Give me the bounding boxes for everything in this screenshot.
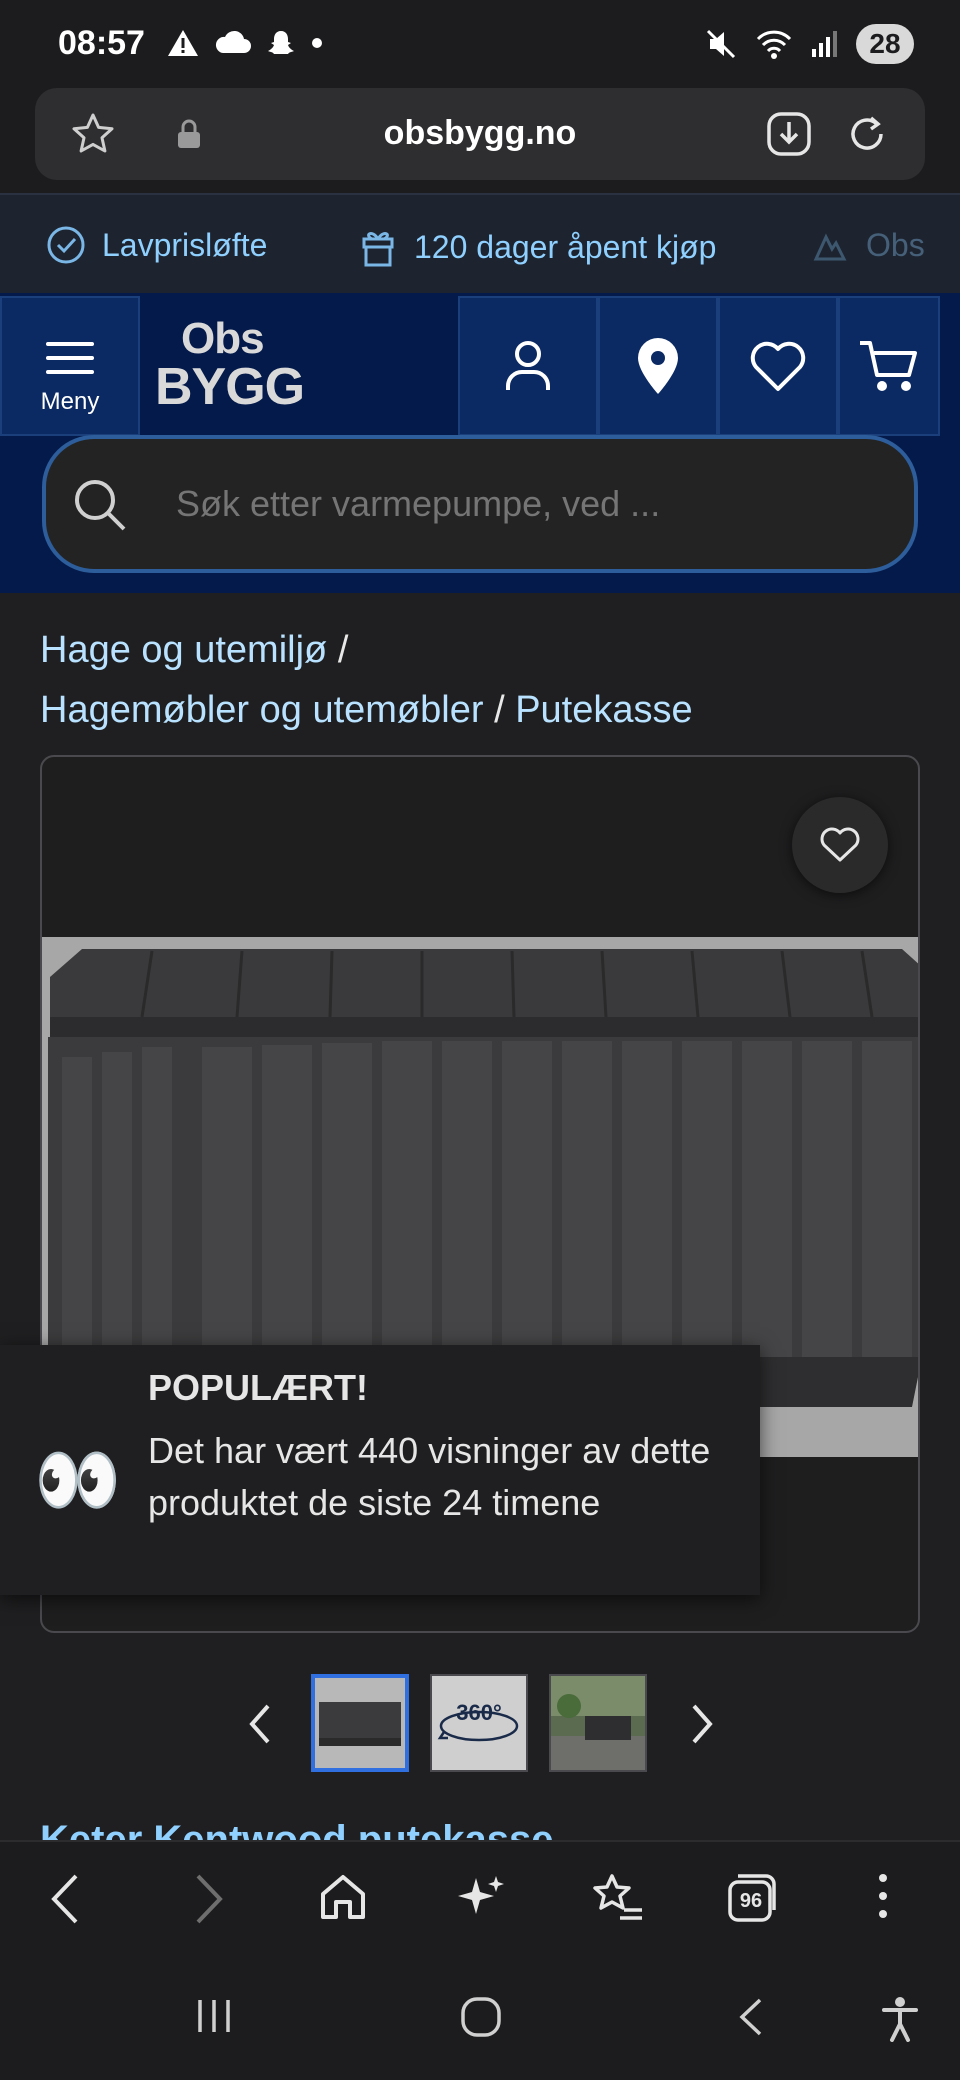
gift-box-icon: [362, 232, 394, 267]
reload-icon[interactable]: [843, 110, 891, 163]
search-icon: [72, 477, 128, 538]
chevron-left-icon: [249, 1704, 270, 1744]
dot-icon: [312, 38, 322, 48]
obs-bygg-logo[interactable]: Obs BYGG: [155, 314, 305, 416]
search-field[interactable]: [42, 435, 918, 573]
location-pin-icon: [638, 338, 678, 394]
menu-button[interactable]: Meny: [0, 296, 140, 436]
accessibility-icon: [882, 1997, 918, 2042]
snapchat-icon: [268, 31, 294, 54]
tabs-button[interactable]: 96: [726, 1872, 778, 1929]
breadcrumb-separator: /: [494, 689, 505, 731]
status-notification-icons: [166, 28, 324, 58]
home-icon: [321, 1875, 365, 1919]
status-time: 08:57: [58, 24, 145, 62]
signal-icon: [812, 31, 837, 57]
chevron-left-icon: [51, 1874, 78, 1924]
sparkle-icon: [458, 1876, 504, 1914]
system-navigation-bar: [0, 1960, 960, 2080]
thumbnail-prev-button[interactable]: [246, 1702, 274, 1751]
recent-apps-button[interactable]: [194, 1996, 234, 2041]
promo-item-return[interactable]: 120 dager åpent kjøp: [358, 225, 716, 269]
forward-button[interactable]: [190, 1872, 226, 1931]
tabs-count: 96: [739, 1890, 763, 1912]
back-button[interactable]: [48, 1872, 84, 1931]
promo-label: 120 dager åpent kjøp: [414, 228, 717, 265]
accessibility-button[interactable]: [880, 1996, 920, 2047]
home-button[interactable]: [318, 1872, 368, 1927]
promo-icon: [813, 233, 847, 261]
cloud-icon: [215, 30, 251, 53]
ai-assistant-button[interactable]: [454, 1872, 506, 1929]
heart-icon: [820, 827, 860, 862]
star-list-icon: [593, 1874, 642, 1920]
address-bar[interactable]: obsbygg.no: [35, 88, 925, 180]
mute-icon: [706, 29, 736, 59]
battery-indicator: 28: [856, 24, 914, 64]
breadcrumb-item[interactable]: Putekasse: [515, 689, 692, 731]
user-icon: [506, 341, 550, 390]
download-icon[interactable]: [765, 110, 813, 163]
popularity-title: POPULÆRT!: [148, 1367, 368, 1408]
status-system-icons: 28: [704, 24, 914, 64]
product-title: Keter Kentwood putekasse: [40, 1818, 554, 1840]
breadcrumb: Hage og utemiljø / Hagemøbler og utemøbl…: [40, 620, 920, 740]
promo-strip: Lavprisløfte 120 dager åpent kjøp Obs: [0, 193, 960, 293]
thumbnail-next-button[interactable]: [688, 1702, 716, 1751]
breadcrumb-separator: /: [337, 629, 349, 671]
status-bar: 08:57 28: [0, 0, 960, 88]
promo-label: Obs: [866, 226, 925, 263]
add-to-wishlist-button[interactable]: [792, 797, 888, 893]
hamburger-icon: [46, 342, 94, 374]
home-circle-icon: [461, 1997, 501, 2037]
browser-toolbar: obsbygg.no: [0, 88, 960, 193]
popularity-toast: 👀 POPULÆRT! Det har vært 440 visninger a…: [0, 1345, 760, 1595]
back-arrow-icon: [739, 1998, 762, 2036]
promo-item-lavpris[interactable]: Lavprisløfte: [46, 225, 267, 265]
home-nav-button[interactable]: [460, 1996, 502, 2043]
browser-bottom-bar: 96: [0, 1840, 960, 1960]
system-back-button[interactable]: [736, 1996, 766, 2043]
chevron-right-icon: [196, 1874, 223, 1924]
promo-label: Lavprisløfte: [102, 226, 268, 263]
thumbnail-carousel: 360°: [0, 1672, 960, 1776]
heart-icon: [750, 341, 806, 391]
promo-item-obs[interactable]: Obs: [810, 225, 925, 265]
search-input[interactable]: [176, 483, 876, 525]
wishlist-button[interactable]: [718, 296, 838, 436]
warning-icon: [168, 30, 198, 56]
thumbnail-garden-scene[interactable]: [549, 1674, 647, 1772]
more-vertical-icon: [879, 1874, 887, 1918]
account-button[interactable]: [458, 296, 598, 436]
cart-button[interactable]: [838, 296, 940, 436]
bookmarks-button[interactable]: [590, 1872, 644, 1929]
check-badge-icon: [47, 226, 85, 264]
more-options-button[interactable]: [876, 1872, 890, 1925]
breadcrumb-item[interactable]: Hage og utemiljø: [40, 629, 327, 671]
shopping-cart-icon: [860, 341, 917, 391]
eyes-emoji-icon: 👀: [34, 1441, 122, 1519]
chevron-right-icon: [692, 1704, 713, 1744]
logo-bottom-text: BYGG: [155, 358, 305, 416]
breadcrumb-item[interactable]: Hagemøbler og utemøbler: [40, 689, 484, 731]
thumbnail-product[interactable]: [311, 1674, 409, 1772]
menu-label: Meny: [40, 388, 100, 415]
wifi-icon: [756, 30, 792, 59]
popularity-text: Det har vært 440 visninger av dette prod…: [148, 1430, 711, 1523]
recent-apps-icon: [198, 2000, 230, 2032]
thumbnail-360-label: 360°: [456, 1700, 502, 1725]
logo-top-text: Obs: [181, 314, 265, 363]
store-locator-button[interactable]: [598, 296, 718, 436]
thumbnail-360-view[interactable]: 360°: [430, 1674, 528, 1772]
